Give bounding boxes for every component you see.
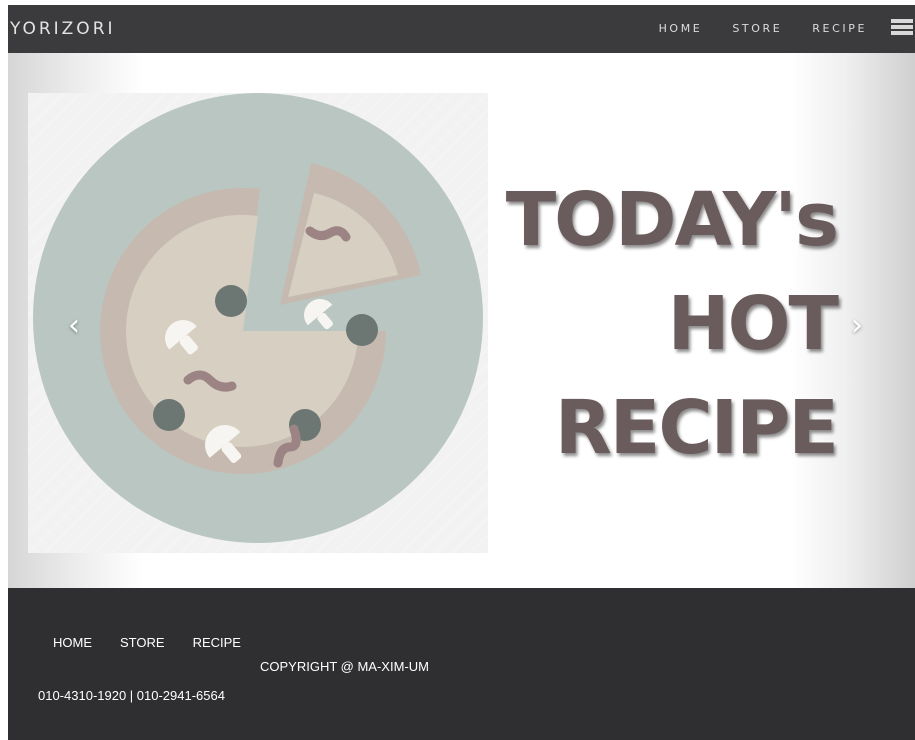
footer-recipe-link[interactable]: RECIPE xyxy=(193,635,241,650)
footer-nav: HOME STORE RECIPE xyxy=(53,635,269,650)
hero-carousel: TODAY's HOT RECIPE ‹ › xyxy=(8,53,915,588)
nav-home-link[interactable]: HOME xyxy=(659,5,703,53)
nav-store-link[interactable]: STORE xyxy=(732,5,782,53)
contact-phones: 010-4310-1920 | 010-2941-6564 xyxy=(38,688,225,703)
main-nav: HOME STORE RECIPE xyxy=(629,5,867,53)
carousel-next-chevron-icon[interactable]: › xyxy=(851,308,863,343)
copyright-text: COPYRIGHT @ MA-XIM-UM xyxy=(260,659,429,674)
footer-home-link[interactable]: HOME xyxy=(53,635,92,650)
headline-line-2: HOT xyxy=(667,281,839,367)
footer-store-link[interactable]: STORE xyxy=(120,635,165,650)
pizza-illustration-icon xyxy=(28,93,488,553)
site-footer: HOME STORE RECIPE COPYRIGHT @ MA-XIM-UM … xyxy=(8,588,915,740)
brand-logo[interactable]: YORIZORI xyxy=(8,5,116,53)
hamburger-menu-icon[interactable] xyxy=(891,19,913,41)
headline-line-3: RECIPE xyxy=(554,385,839,471)
top-navbar: YORIZORI HOME STORE RECIPE xyxy=(8,5,915,53)
headline-line-1: TODAY's xyxy=(505,177,839,263)
nav-recipe-link[interactable]: RECIPE xyxy=(812,5,867,53)
carousel-prev-chevron-icon[interactable]: ‹ xyxy=(68,308,80,343)
hot-recipe-headline: TODAY's HOT RECIPE xyxy=(505,168,839,480)
